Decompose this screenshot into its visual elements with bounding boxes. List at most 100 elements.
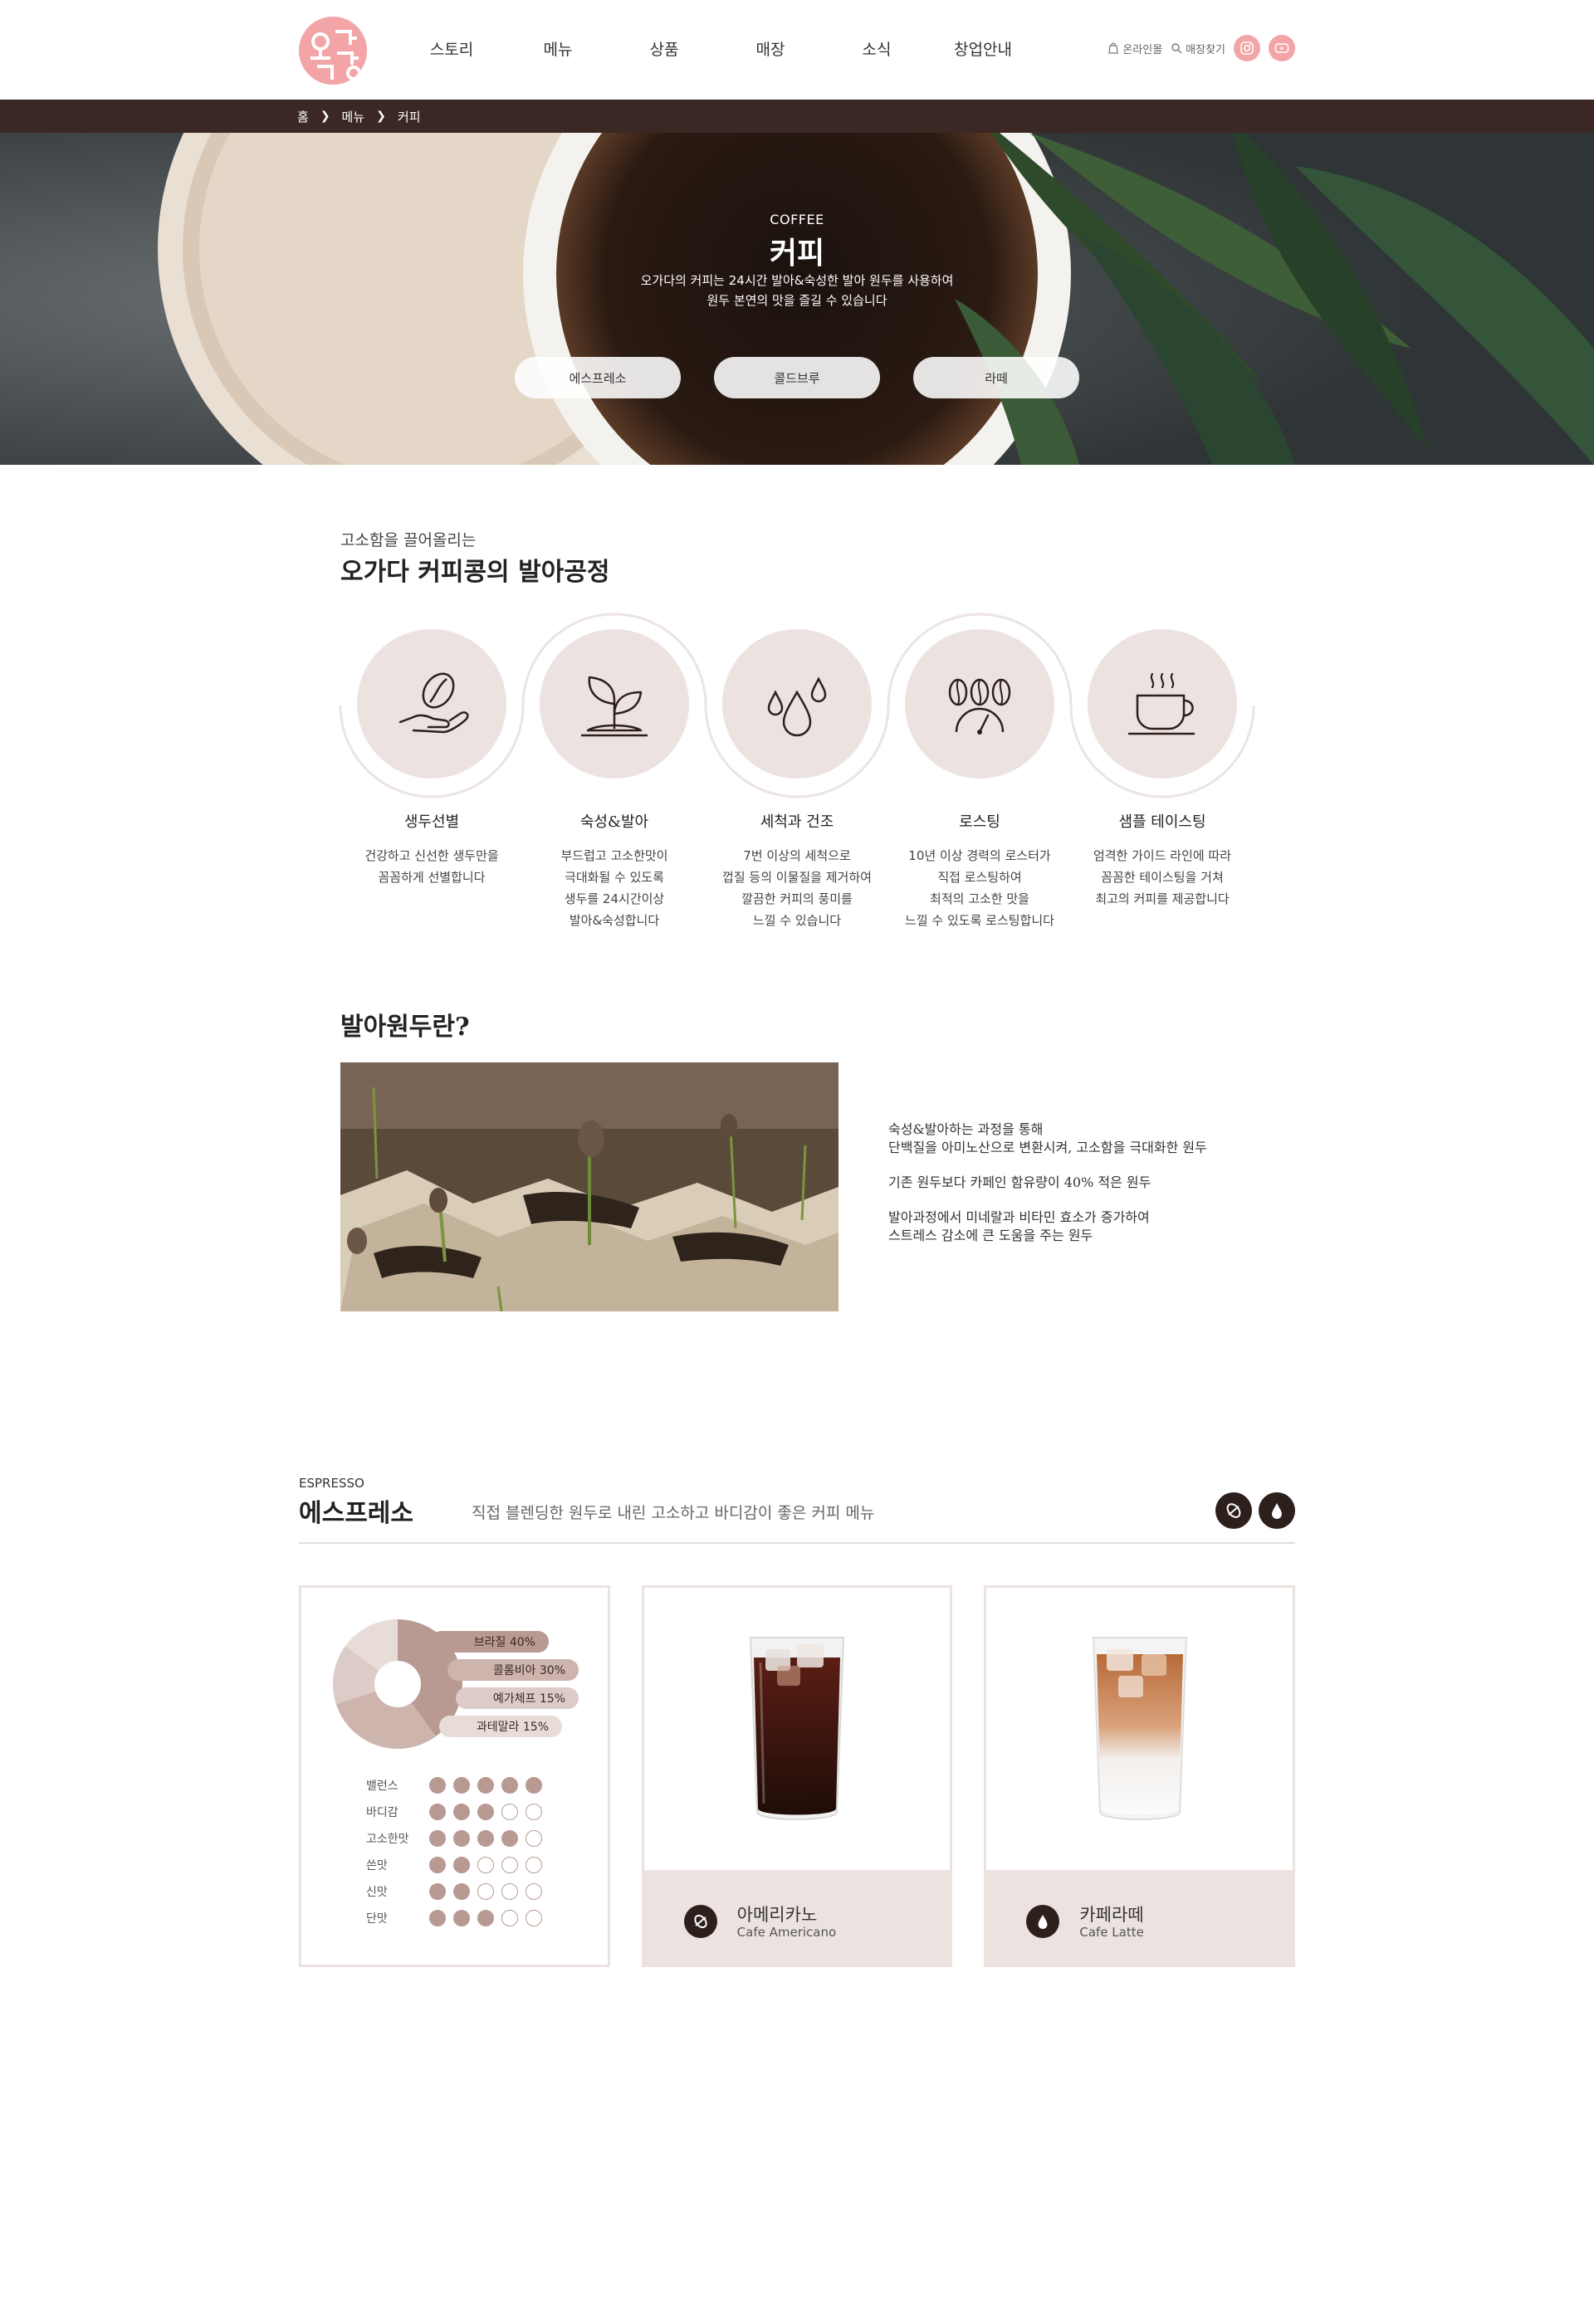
instagram-icon xyxy=(1240,42,1254,55)
logo-mark xyxy=(299,17,367,85)
process-step-circle xyxy=(722,629,872,779)
process-step-name: 샘플 테이스팅 xyxy=(1118,813,1206,831)
hero-subtitle: COFFEE xyxy=(770,212,824,227)
main-nav: 스토리 메뉴 상품 매장 소식 창업안내 xyxy=(398,0,1036,100)
nav-store[interactable]: 매장 xyxy=(717,0,824,100)
taste-dot-empty xyxy=(526,1910,542,1926)
taste-row: 고소한맛 xyxy=(366,1825,550,1852)
nav-story[interactable]: 스토리 xyxy=(398,0,505,100)
coldbrew-button[interactable]: 콜드브루 xyxy=(714,357,880,398)
drop-icon xyxy=(1038,1915,1048,1929)
drop-icon xyxy=(1272,1503,1282,1519)
taste-label: 바디감 xyxy=(366,1806,398,1819)
hero-desc-line-1: 오가다의 커피는 24시간 발아&숙성한 발아 원두를 사용하여 xyxy=(640,273,954,288)
breadcrumb: 홈 ❯ 메뉴 ❯ 커피 xyxy=(0,100,1594,133)
sprout-icon xyxy=(581,676,648,737)
process-step-desc: 부드럽고 고소한맛이 극대화될 수 있도록 생두를 24시간이상 발아&숙성합니… xyxy=(560,848,668,928)
process-step-desc: 엄격한 가이드 라인에 따라 꼼꼼한 테이스팅을 거쳐 최고의 커피를 제공합니… xyxy=(1093,848,1232,906)
product-card-latte[interactable]: 카페라떼 Cafe Latte xyxy=(984,1585,1296,1967)
product-english-name: Cafe Latte xyxy=(1079,1925,1144,1940)
blend-label: 브라질 40% xyxy=(474,1636,535,1649)
taste-dot-filled xyxy=(429,1857,446,1873)
taste-dot-filled xyxy=(526,1777,542,1794)
taste-dot-filled xyxy=(429,1883,446,1900)
breadcrumb-trail: 홈 ❯ 메뉴 ❯ 커피 xyxy=(297,100,421,133)
taste-dot-empty xyxy=(477,1883,494,1900)
roasting-beans-icon xyxy=(948,678,1011,735)
germination-paragraph: 기존 원두보다 카페인 함유량이 40% 적은 원두 xyxy=(888,1174,1151,1190)
taste-row: 쓴맛 xyxy=(366,1852,550,1878)
iced-latte-image xyxy=(1092,1637,1187,1820)
chevron-right-icon: ❯ xyxy=(320,110,330,123)
product-type-badge xyxy=(1026,1905,1060,1938)
process-step-desc: 건강하고 신선한 생두만을 꼼꼼하게 선별합니다 xyxy=(364,848,499,885)
shopping-bag-icon xyxy=(1108,42,1118,54)
blend-label: 예가체프 15% xyxy=(493,1692,565,1706)
espresso-button[interactable]: 에스프레소 xyxy=(515,357,681,398)
blend-donut-chart: 브라질 40% 콜롬비아 30% 예가체프 15% 과테말라 15% xyxy=(333,1619,579,1749)
germinated-bean-section: 발아원두란? 숙성&발아하는 과정을 통해 단백질을 아미노산으로 변환시켜, … xyxy=(0,996,1594,1345)
nav-product[interactable]: 상품 xyxy=(611,0,717,100)
taste-dot-filled xyxy=(453,1804,470,1820)
category-buttons: 에스프레소 콜드브루 라떼 xyxy=(0,357,1594,398)
nav-news[interactable]: 소식 xyxy=(824,0,930,100)
process-step-circle xyxy=(540,629,689,779)
online-mall-link[interactable]: 온라인몰 xyxy=(1107,41,1162,56)
taste-label: 고소한맛 xyxy=(366,1833,409,1846)
nav-menu[interactable]: 메뉴 xyxy=(505,0,611,100)
process-step-desc: 7번 이상의 세척으로 껍질 등의 이물질을 제거하여 깔끔한 커피의 풍미를 … xyxy=(722,848,872,928)
drop-filter-button[interactable] xyxy=(1259,1492,1295,1529)
taste-dot-filled xyxy=(477,1777,494,1794)
taste-label: 단맛 xyxy=(366,1912,388,1926)
taste-dot-filled xyxy=(477,1804,494,1820)
store-finder-label: 매장찾기 xyxy=(1186,43,1225,56)
hero-banner: COFFEE 커피 오가다의 커피는 24시간 발아&숙성한 발아 원두를 사용… xyxy=(0,133,1594,465)
hero-title: 커피 xyxy=(769,237,825,271)
taste-dot-filled xyxy=(453,1857,470,1873)
americano-image xyxy=(644,1588,951,1870)
taste-dot-empty xyxy=(526,1857,542,1873)
taste-row: 바디감 xyxy=(366,1799,550,1825)
youtube-link[interactable] xyxy=(1269,35,1295,61)
germination-paragraph: 숙성&발아하는 과정을 통해 단백질을 아미노산으로 변환시켜, 고소함을 극대… xyxy=(888,1121,1207,1155)
taste-dot-filled xyxy=(429,1830,446,1847)
taste-dot-empty xyxy=(501,1857,518,1873)
product-card-americano[interactable]: 아메리카노 Cafe Americano xyxy=(641,1585,953,1967)
taste-dot-empty xyxy=(501,1910,518,1926)
instagram-link[interactable] xyxy=(1234,35,1260,61)
taste-dot-empty xyxy=(526,1804,542,1820)
process-title: 오가다 커피콩의 발아공정 xyxy=(340,558,610,587)
breadcrumb-menu[interactable]: 메뉴 xyxy=(342,108,365,125)
process-step: 숙성&발아 부드럽고 고소한맛이 극대화될 수 있도록 생두를 24시간이상 발… xyxy=(523,629,706,931)
search-icon xyxy=(1171,43,1182,54)
nav-franchise[interactable]: 창업안내 xyxy=(930,0,1036,100)
process-step-name: 로스팅 xyxy=(959,813,1000,831)
water-drops-icon xyxy=(767,676,827,737)
process-step: 샘플 테이스팅 엄격한 가이드 라인에 따라 꼼꼼한 테이스팅을 거쳐 최고의 … xyxy=(1071,629,1254,931)
hero-description: 오가다의 커피는 24시간 발아&숙성한 발아 원두를 사용하여 원두 본연의 … xyxy=(0,271,1594,310)
product-info: 카페라떼 Cafe Latte xyxy=(986,1870,1293,1965)
brand-logo[interactable] xyxy=(299,17,367,85)
taste-label: 밸런스 xyxy=(366,1780,398,1793)
taste-dot-filled xyxy=(501,1830,518,1847)
bean-icon xyxy=(694,1914,707,1929)
bean-filter-button[interactable] xyxy=(1215,1492,1252,1529)
process-step: 생두선별 건강하고 신선한 생두만을 꼼꼼하게 선별합니다 xyxy=(340,629,523,931)
product-info: 아메리카노 Cafe Americano xyxy=(643,1870,951,1965)
util-menu: 온라인몰 매장찾기 xyxy=(1107,35,1295,61)
taste-dot-filled xyxy=(477,1910,494,1926)
breadcrumb-home[interactable]: 홈 xyxy=(297,108,309,125)
taste-label: 쓴맛 xyxy=(366,1859,388,1872)
germination-process-section: 고소함을 끌어올리는 오가다 커피콩의 발아공정 생두선별 건강하고 신선한 생… xyxy=(0,465,1594,954)
latte-button[interactable]: 라떼 xyxy=(913,357,1079,398)
taste-row: 밸런스 xyxy=(366,1772,550,1799)
breadcrumb-current: 커피 xyxy=(397,109,421,124)
taste-dot-filled xyxy=(453,1883,470,1900)
product-name: 카페라떼 xyxy=(1079,1905,1144,1925)
espresso-description: 직접 블렌딩한 원두로 내린 고소하고 바디감이 좋은 커피 메뉴 xyxy=(472,1504,875,1522)
process-subtitle: 고소함을 끌어올리는 xyxy=(340,531,477,549)
section-divider xyxy=(299,1542,1295,1544)
store-finder-link[interactable]: 매장찾기 xyxy=(1171,41,1225,56)
taste-dot-empty xyxy=(501,1883,518,1900)
online-mall-label: 온라인몰 xyxy=(1122,43,1163,56)
